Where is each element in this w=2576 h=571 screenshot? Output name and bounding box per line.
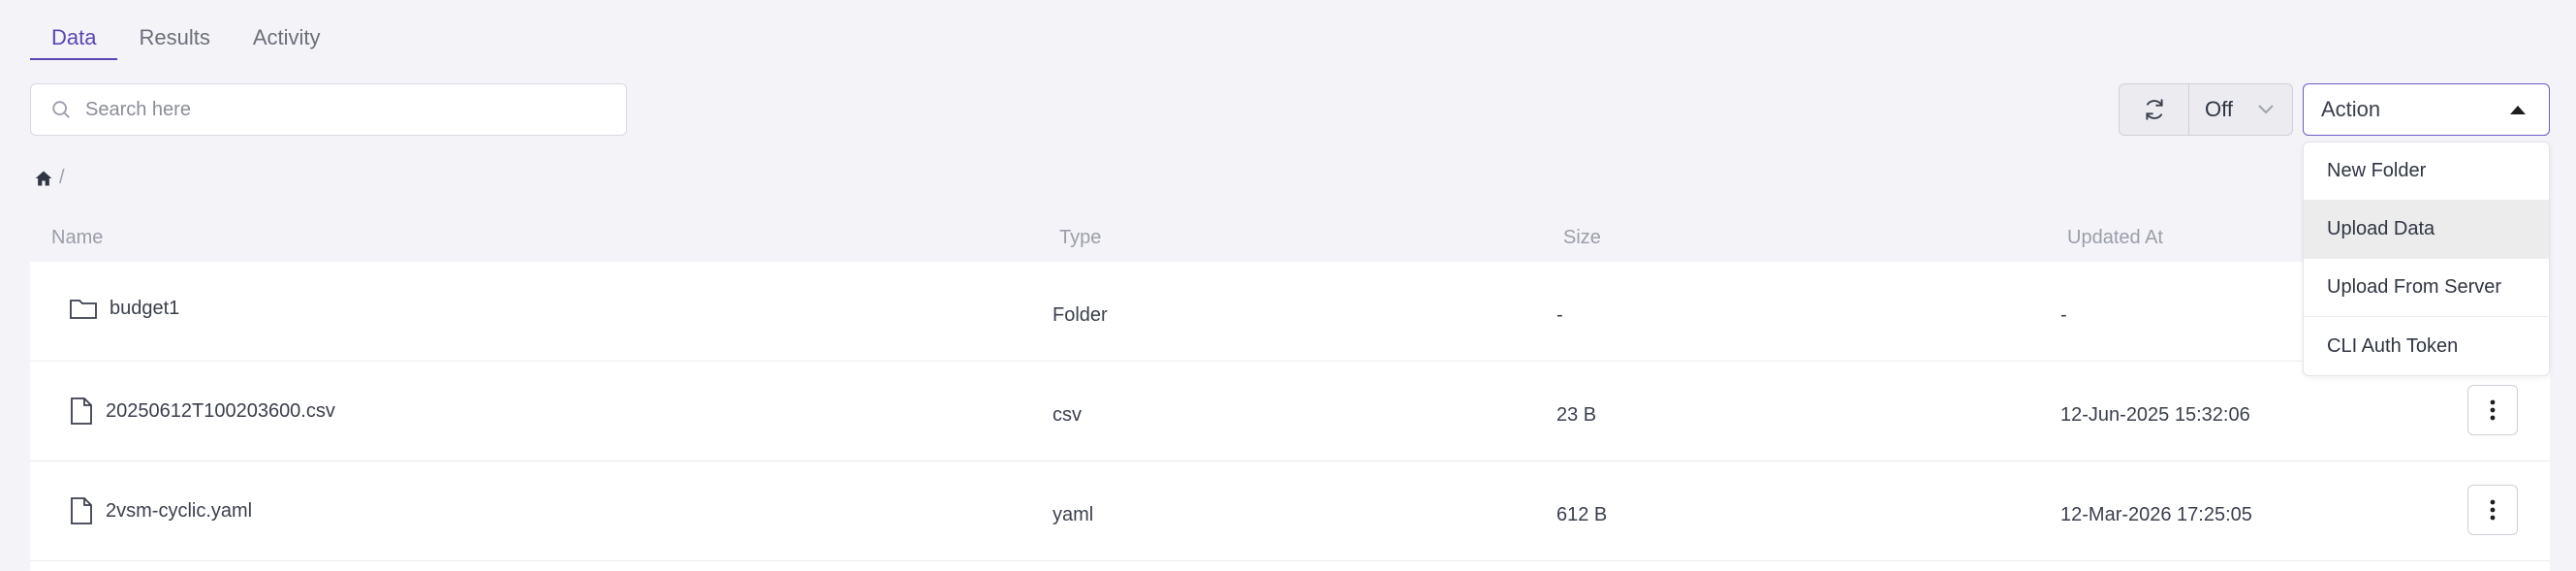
file-icon (71, 397, 92, 425)
file-type: csv (1052, 404, 1082, 426)
menu-item-upload-data[interactable]: Upload Data (2304, 201, 2549, 259)
home-icon[interactable] (34, 169, 53, 188)
file-updated-at: - (2060, 304, 2067, 326)
row-actions-button[interactable] (2467, 385, 2518, 435)
table-row[interactable]: 20250612T100203600.csv csv 23 B 12-Jun-2… (30, 362, 2550, 461)
file-size: - (1556, 304, 1563, 326)
file-size: 23 B (1556, 404, 1597, 426)
refresh-interval-value: Off (2205, 97, 2233, 121)
menu-item-upload-from-server[interactable]: Upload From Server (2304, 259, 2549, 317)
file-type: yaml (1052, 504, 1094, 525)
file-size: 612 B (1556, 504, 1608, 525)
file-table-body: budget1 Folder - - 20250612T100203600.cs… (30, 262, 2550, 571)
tab-bar: Data Results Activity (30, 21, 342, 60)
file-name-cell[interactable]: budget1 (69, 297, 179, 320)
refresh-control: Off (2119, 83, 2293, 136)
menu-item-cli-auth-token[interactable]: CLI Auth Token (2304, 317, 2549, 375)
action-menu: New Folder Upload Data Upload From Serve… (2303, 142, 2550, 376)
column-header-size[interactable]: Size (1563, 227, 1601, 249)
tab-activity[interactable]: Activity (232, 21, 342, 60)
tab-data[interactable]: Data (30, 21, 118, 60)
table-row[interactable]: budget1 Folder - - (30, 262, 2550, 362)
table-header: Name Type Size Updated At (30, 215, 2550, 260)
column-header-updated-at[interactable]: Updated At (2067, 227, 2163, 249)
search-icon (52, 101, 70, 118)
refresh-icon (2145, 99, 2163, 120)
breadcrumb-separator: / (59, 167, 65, 188)
file-icon (71, 497, 92, 524)
breadcrumb: / (34, 167, 65, 189)
menu-item-new-folder[interactable]: New Folder (2304, 143, 2549, 201)
more-vertical-icon (2490, 499, 2496, 521)
file-updated-at: 12-Jun-2025 15:32:06 (2060, 404, 2250, 426)
file-name-cell[interactable]: 20250612T100203600.csv (69, 397, 335, 426)
column-header-type[interactable]: Type (1059, 227, 1101, 249)
column-header-name[interactable]: Name (51, 227, 103, 249)
more-vertical-icon (2490, 399, 2496, 421)
file-name[interactable]: budget1 (110, 298, 179, 320)
chevron-down-icon (2258, 105, 2274, 114)
tab-results[interactable]: Results (117, 21, 231, 60)
caret-up-icon (2510, 106, 2526, 114)
file-type: Folder (1052, 304, 1108, 326)
file-name-cell[interactable]: 2vsm-cyclic.yaml (69, 496, 252, 525)
file-name[interactable]: 20250612T100203600.csv (106, 400, 335, 423)
folder-icon (70, 300, 97, 319)
refresh-button[interactable] (2120, 84, 2189, 135)
action-dropdown-label: Action (2321, 97, 2381, 121)
file-name[interactable]: 2vsm-cyclic.yaml (106, 500, 252, 523)
file-updated-at: 12-Mar-2026 17:25:05 (2060, 504, 2252, 525)
table-row[interactable]: 2vsm-cyclic.yaml yaml 612 B 12-Mar-2026 … (30, 461, 2550, 561)
refresh-interval-select[interactable]: Off (2189, 97, 2292, 122)
search-input[interactable] (83, 97, 587, 122)
row-actions-button[interactable] (2467, 485, 2518, 535)
action-dropdown[interactable]: Action (2303, 83, 2550, 136)
search-box[interactable] (30, 83, 627, 136)
